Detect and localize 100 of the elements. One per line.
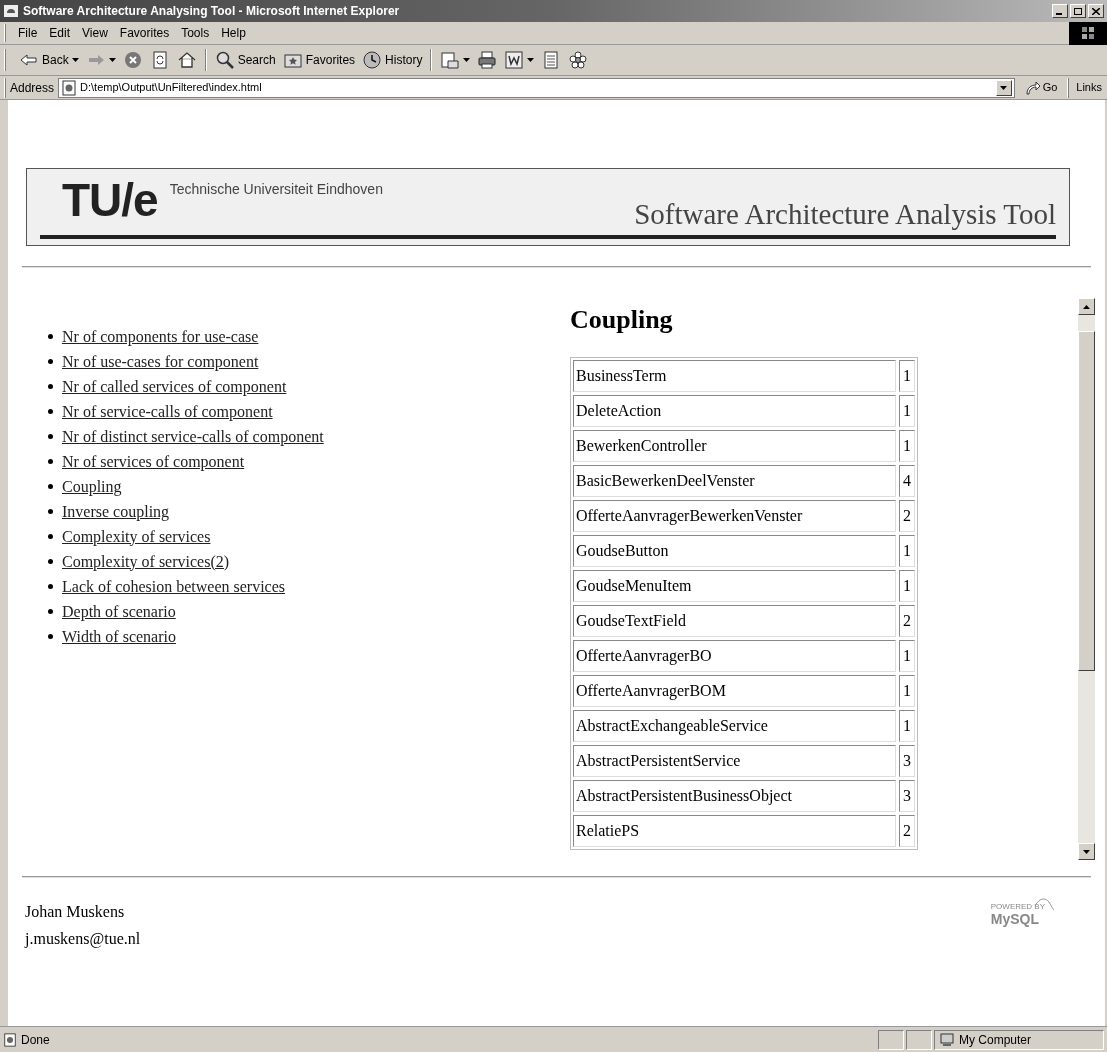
- table-cell: 1: [899, 430, 915, 462]
- edit-button[interactable]: [502, 48, 537, 72]
- table-cell: 1: [899, 675, 915, 707]
- bullet: [48, 634, 53, 639]
- bullet: [48, 559, 53, 564]
- table-cell: AbstractPersistentService: [573, 745, 896, 777]
- address-label: Address: [10, 79, 55, 97]
- menu-item[interactable]: Edit: [43, 24, 77, 42]
- up-arrow-icon: [1083, 304, 1090, 309]
- table-cell: BasicBewerkenDeelVenster: [573, 465, 896, 497]
- bullet: [48, 359, 53, 364]
- tool-title: Software Architecture Analysis Tool: [634, 200, 1056, 229]
- page-icon: [61, 79, 78, 96]
- caret-icon[interactable]: [71, 58, 79, 62]
- table-cell: 1: [899, 640, 915, 672]
- down-arrow-icon: [1083, 849, 1090, 854]
- table-cell: OfferteAanvragerBewerkenVenster: [573, 500, 896, 532]
- bullet: [48, 509, 53, 514]
- links-button[interactable]: Links: [1073, 79, 1105, 96]
- minimize-button[interactable]: [1052, 4, 1068, 18]
- menu-item[interactable]: Tools: [175, 24, 216, 42]
- status-zone: My Computer: [934, 1029, 1104, 1050]
- bullet: [48, 534, 53, 539]
- nav-link[interactable]: Nr of services of component: [62, 449, 245, 474]
- mail-icon: [440, 50, 461, 70]
- nav-link[interactable]: Depth of scenario: [62, 599, 176, 624]
- table-cell: 1: [899, 360, 915, 392]
- scrollbar[interactable]: [1078, 298, 1095, 860]
- page-icon: [3, 1032, 17, 1047]
- bullet: [48, 334, 53, 339]
- table-cell: 3: [899, 745, 915, 777]
- back-button[interactable]: Back: [17, 48, 81, 72]
- flower-icon: [568, 50, 589, 70]
- bullet: [48, 459, 53, 464]
- author-name: Johan Muskens: [25, 902, 126, 922]
- nav-link[interactable]: Width of scenario: [62, 624, 176, 649]
- caret-icon[interactable]: [527, 58, 535, 62]
- table-cell: OfferteAanvragerBO: [573, 640, 896, 672]
- caret-icon[interactable]: [108, 58, 116, 62]
- table-cell: 1: [899, 395, 915, 427]
- menu-item[interactable]: View: [76, 24, 114, 42]
- nav-link[interactable]: Nr of use-cases for component: [62, 349, 259, 374]
- menu-item[interactable]: File: [12, 24, 44, 42]
- favorites-button[interactable]: Favorites: [280, 48, 358, 72]
- menu-item[interactable]: Favorites: [113, 24, 176, 42]
- status-text: Done: [21, 1031, 50, 1049]
- table-cell: AbstractExchangeableService: [573, 710, 896, 742]
- curved-arrow-icon: [1024, 79, 1041, 96]
- nav-link[interactable]: Complexity of services(2): [62, 549, 230, 574]
- nav-link[interactable]: Complexity of services: [62, 524, 211, 549]
- scroll-thumb[interactable]: [1078, 331, 1095, 671]
- nav-link[interactable]: Inverse coupling: [62, 499, 170, 524]
- bullet: [48, 409, 53, 414]
- bullet: [48, 584, 53, 589]
- windows-logo-icon: [1069, 21, 1107, 45]
- nav-link[interactable]: Nr of components for use-case: [62, 324, 259, 349]
- clock-icon: [362, 50, 383, 70]
- address-field[interactable]: D:\temp\Output\UnFiltered\index.html: [58, 77, 1015, 98]
- search-icon: [214, 50, 235, 70]
- caret-icon[interactable]: [463, 58, 471, 62]
- status-panel: [906, 1029, 932, 1050]
- nav-link[interactable]: Coupling: [62, 474, 122, 499]
- scroll-up-button[interactable]: [1078, 298, 1095, 315]
- nav-link[interactable]: Nr of called services of component: [62, 374, 287, 399]
- table-cell: GoudseTextField: [573, 605, 896, 637]
- logo: TU/e: [62, 177, 158, 223]
- dropdown-button[interactable]: [995, 79, 1012, 96]
- university-name: Technische Universiteit Eindhoven: [169, 180, 383, 199]
- maximize-icon: [1074, 7, 1082, 15]
- table-cell: OfferteAanvragerBOM: [573, 675, 896, 707]
- printer-icon: [477, 50, 498, 70]
- table-cell: 2: [899, 605, 915, 637]
- stop-icon: [122, 50, 143, 70]
- table-cell: 4: [899, 465, 915, 497]
- menu-item[interactable]: Help: [215, 24, 252, 42]
- table-cell: GoudseMenuItem: [573, 570, 896, 602]
- author-email: j.muskens@tue.nl: [25, 929, 141, 950]
- table-cell: 2: [899, 500, 915, 532]
- close-button[interactable]: [1088, 4, 1104, 18]
- table-cell: 1: [899, 710, 915, 742]
- table-cell: 2: [899, 815, 915, 847]
- go-button[interactable]: Go: [1018, 79, 1064, 96]
- caret-icon[interactable]: [1000, 85, 1008, 90]
- bullet: [48, 484, 53, 489]
- table-cell: GoudseButton: [573, 535, 896, 567]
- home-icon: [176, 50, 197, 70]
- section-heading: Coupling: [570, 304, 674, 336]
- maximize-button[interactable]: [1070, 4, 1086, 18]
- search-button[interactable]: Search: [212, 48, 278, 72]
- window-title: Software Architecture Analysing Tool - Microsoft Internet Explorer: [23, 3, 400, 20]
- nav-link[interactable]: Lack of cohesion between services: [62, 574, 285, 599]
- scroll-down-button[interactable]: [1078, 843, 1095, 860]
- nav-link[interactable]: Nr of distinct service-calls of component: [62, 424, 324, 449]
- status-panel: [878, 1029, 904, 1050]
- nav-link[interactable]: Nr of service-calls of component: [62, 399, 273, 424]
- table-cell: 1: [899, 570, 915, 602]
- browser-icon: [3, 3, 19, 19]
- table-cell: 1: [899, 535, 915, 567]
- table-cell: AbstractPersistentBusinessObject: [573, 780, 896, 812]
- history-button[interactable]: History: [360, 48, 425, 72]
